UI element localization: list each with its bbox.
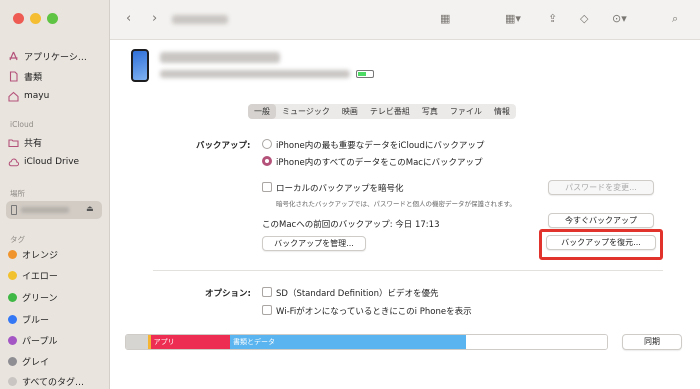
sidebar-item-iphone-device[interactable]: ⏏ <box>6 201 102 219</box>
finder-window: アプリケーシ… 書類 mayu iCloud 共有 iCloud Drive 場… <box>0 0 700 389</box>
sidebar-tag-green[interactable]: グリーン <box>8 289 58 305</box>
encrypt-backup-label: ローカルのバックアップを暗号化 <box>276 184 404 194</box>
backup-now-button[interactable]: 今すぐバックアップ <box>548 213 654 228</box>
sidebar-tag-label: パープル <box>22 336 58 347</box>
sidebar-item-label: iCloud Drive <box>24 157 80 167</box>
last-backup-text: このMacへの前回のバックアップ: 今日 17:13 <box>262 220 440 230</box>
tag-color-dot <box>8 376 17 386</box>
sidebar-tag-label: グレイ <box>22 357 50 368</box>
encrypt-note: 暗号化されたバックアップでは、パスワードと個人の機密データが保護されます。 <box>276 200 516 208</box>
iphone-icon <box>131 49 149 82</box>
window-title-redacted <box>172 15 228 24</box>
sidebar-tag-label: グリーン <box>22 293 58 304</box>
forward-icon[interactable]: › <box>152 12 157 26</box>
storage-segment: 書類とデータ <box>229 335 466 349</box>
change-password-button[interactable]: パスワードを変更... <box>548 180 654 195</box>
tab-tv-shows[interactable]: テレビ番組 <box>364 104 416 119</box>
tag-color-dot <box>8 249 17 259</box>
icon-view-icon[interactable]: ▦ <box>440 12 450 26</box>
toolbar: ‹ › ▦ ▦▾ ⇪ ◇ ⊙▾ ⌕ <box>110 0 700 40</box>
back-icon[interactable]: ‹ <box>126 12 131 26</box>
device-icon <box>11 205 17 215</box>
wifi-show-checkbox[interactable] <box>262 305 272 315</box>
sidebar-item-icloud-drive[interactable]: iCloud Drive <box>8 154 79 170</box>
more-actions-icon[interactable]: ⊙▾ <box>612 12 627 26</box>
tag-icon[interactable]: ◇ <box>580 12 588 26</box>
sidebar-tag-orange[interactable]: オレンジ <box>8 246 58 262</box>
tag-color-dot <box>8 270 17 280</box>
sidebar-item-label: 書類 <box>24 72 43 83</box>
sync-button[interactable]: 同期 <box>622 334 682 350</box>
storage-segment: アプリ <box>150 335 230 349</box>
storage-bar: アプリ 書類とデータ <box>125 334 608 350</box>
backup-section-label: バックアップ: <box>196 141 251 151</box>
zoom-window-button[interactable] <box>47 13 58 24</box>
sidebar-section-icloud: iCloud <box>10 120 34 129</box>
tab-info[interactable]: 情報 <box>488 104 516 119</box>
shared-folder-icon <box>8 137 19 148</box>
document-icon <box>8 70 19 82</box>
sidebar-item-label: mayu <box>24 91 50 101</box>
sidebar-item-applications[interactable]: アプリケーシ… <box>8 48 87 64</box>
sidebar-tag-gray[interactable]: グレイ <box>8 353 49 369</box>
storage-segment <box>465 335 607 349</box>
search-icon[interactable]: ⌕ <box>672 12 678 26</box>
tab-movies[interactable]: 映画 <box>336 104 364 119</box>
backup-icloud-radio[interactable] <box>262 139 272 149</box>
backup-icloud-label: iPhone内の最も重要なデータをiCloudにバックアップ <box>276 141 485 151</box>
tab-files[interactable]: ファイル <box>444 104 488 119</box>
sidebar-tag-all[interactable]: すべてのタグ… <box>8 373 84 389</box>
options-section-label: オプション: <box>205 289 251 299</box>
sidebar: アプリケーシ… 書類 mayu iCloud 共有 iCloud Drive 場… <box>0 0 110 389</box>
device-name-redacted <box>21 207 69 213</box>
sidebar-tag-label: ブルー <box>22 315 50 326</box>
tag-color-dot <box>8 335 17 345</box>
sidebar-item-shared[interactable]: 共有 <box>8 134 42 150</box>
device-info-redacted <box>160 70 350 78</box>
sidebar-section-locations: 場所 <box>10 189 25 198</box>
manage-backups-button[interactable]: バックアップを管理... <box>262 236 366 251</box>
sidebar-tag-blue[interactable]: ブルー <box>8 311 49 327</box>
tag-color-dot <box>8 314 17 324</box>
cloud-icon <box>8 157 19 168</box>
sd-video-label: SD（Standard Definition）ビデオを優先 <box>276 289 439 299</box>
minimize-window-button[interactable] <box>30 13 41 24</box>
close-window-button[interactable] <box>13 13 24 24</box>
tab-music[interactable]: ミュージック <box>276 104 336 119</box>
group-by-icon[interactable]: ▦▾ <box>505 12 521 26</box>
backup-mac-radio[interactable] <box>262 156 272 166</box>
tab-general[interactable]: 一般 <box>248 104 276 119</box>
wifi-show-label: Wi-Fiがオンになっているときにこのi Phoneを表示 <box>276 307 472 317</box>
tag-color-dot <box>8 292 17 302</box>
app-store-icon <box>8 51 19 62</box>
sidebar-item-home[interactable]: mayu <box>8 88 49 104</box>
sidebar-item-label: 共有 <box>24 138 43 149</box>
eject-icon[interactable]: ⏏ <box>86 204 94 213</box>
sd-video-checkbox[interactable] <box>262 287 272 297</box>
tab-photos[interactable]: 写真 <box>416 104 444 119</box>
sidebar-tag-label: オレンジ <box>22 250 59 261</box>
storage-segment <box>126 335 148 349</box>
sidebar-tag-label: すべてのタグ… <box>22 377 85 388</box>
device-name-title-redacted <box>160 52 280 63</box>
tab-bar: 一般 ミュージック 映画 テレビ番組 写真 ファイル 情報 <box>248 104 516 119</box>
sidebar-tag-purple[interactable]: パープル <box>8 332 57 348</box>
backup-mac-label: iPhone内のすべてのデータをこのMacにバックアップ <box>276 158 483 168</box>
tag-color-dot <box>8 356 17 366</box>
sidebar-section-tags: タグ <box>10 235 25 244</box>
sidebar-tag-yellow[interactable]: イエロー <box>8 267 58 283</box>
encrypt-backup-checkbox[interactable] <box>262 182 272 192</box>
sidebar-item-documents[interactable]: 書類 <box>8 68 42 84</box>
sidebar-tag-label: イエロー <box>22 271 58 282</box>
home-icon <box>8 91 19 102</box>
share-icon[interactable]: ⇪ <box>548 12 557 26</box>
section-divider <box>153 270 663 271</box>
sidebar-item-label: アプリケーシ… <box>24 52 87 63</box>
restore-button-highlight <box>539 229 663 260</box>
battery-charging-icon <box>356 70 374 78</box>
